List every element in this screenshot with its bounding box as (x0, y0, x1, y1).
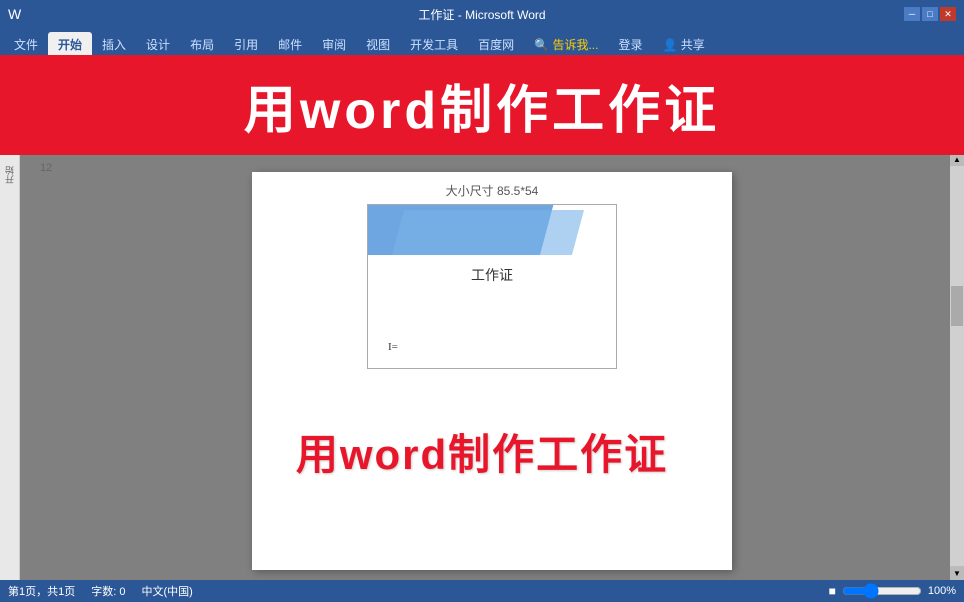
clipboard-label: 剪贴板 (31, 113, 61, 131)
svg-text:12: 12 (205, 141, 214, 150)
scroll-thumb[interactable] (951, 286, 963, 326)
card-header (368, 205, 616, 260)
word-window: W 工作证 - Microsoft Word ─ □ ✕ 文件 开始 插入 设计… (0, 0, 964, 602)
tab-insert[interactable]: 插入 (92, 32, 136, 56)
svg-text:20: 20 (325, 141, 334, 150)
close-button[interactable]: ✕ (940, 7, 956, 21)
search-icon: 🔍 (534, 38, 549, 52)
tab-layout[interactable]: 布局 (180, 32, 224, 56)
ribbon-tabs: 文件 开始 插入 设计 布局 引用 邮件 审阅 视图 开发工具 百度网 🔍 告诉… (0, 28, 964, 56)
font-color-button[interactable]: A (97, 82, 114, 98)
card-title-text: 工作证 (368, 265, 616, 285)
svg-text:36: 36 (570, 141, 579, 150)
font-label: 字体 (483, 113, 503, 131)
tab-share[interactable]: 👤 共享 (653, 32, 715, 56)
svg-text:38: 38 (600, 141, 609, 150)
tab-file[interactable]: 文件 (4, 32, 48, 56)
bold-button[interactable]: B (245, 61, 263, 77)
save-label: 保存 (919, 113, 939, 131)
scroll-track[interactable] (950, 166, 964, 566)
status-page: 第1页，共1页 (8, 583, 75, 599)
tab-review[interactable]: 审阅 (312, 32, 356, 56)
zoom-slider[interactable] (842, 583, 922, 599)
svg-text:24: 24 (385, 141, 394, 150)
card-text-field[interactable]: I= (388, 341, 398, 353)
svg-text:48: 48 (750, 141, 759, 150)
minimize-button[interactable]: ─ (904, 7, 920, 21)
svg-text:26: 26 (415, 141, 424, 150)
svg-text:28: 28 (445, 141, 454, 150)
svg-text:42: 42 (660, 141, 669, 150)
document-area[interactable]: 12 大小尺寸 85.5*54 工作证 I= ▲ (20, 152, 964, 580)
cut-button[interactable]: ✂ (12, 95, 30, 112)
svg-text:16: 16 (265, 141, 274, 150)
svg-text:2: 2 (75, 141, 80, 150)
svg-text:46: 46 (720, 141, 729, 150)
svg-text:32: 32 (505, 141, 514, 150)
italic-button[interactable]: I (267, 61, 280, 77)
format-painter-button[interactable]: 🖌 (57, 95, 80, 112)
tab-mailings[interactable]: 邮件 (268, 32, 312, 56)
highlight-button[interactable]: 🖊 (118, 81, 142, 98)
tab-developer[interactable]: 开发工具 (400, 32, 468, 56)
title-bar-text: 工作证 - Microsoft Word (418, 6, 545, 23)
svg-text:4: 4 (100, 141, 105, 150)
font-family-select[interactable]: 等线 (97, 60, 197, 78)
word-icon: W (8, 6, 21, 22)
title-bar: W 工作证 - Microsoft Word ─ □ ✕ (0, 0, 964, 28)
share-icon: 👤 (663, 38, 678, 52)
tab-view[interactable]: 视图 (356, 32, 400, 56)
horizontal-ruler: 2 4 6 8 10 12 14 16 18 20 22 24 26 28 30… (0, 136, 964, 152)
card-blue-shape-2 (392, 210, 584, 255)
underline-button[interactable]: U (284, 61, 302, 77)
tab-home[interactable]: 开始 (48, 32, 92, 56)
svg-text:10: 10 (175, 141, 184, 150)
tab-tell-me[interactable]: 🔍 告诉我... (524, 32, 608, 56)
ruler-svg: 2 4 6 8 10 12 14 16 18 20 22 24 26 28 30… (20, 136, 964, 152)
ribbon-group-clipboard: 📋 ✂ 📄 🖌 剪贴板 (4, 56, 89, 135)
tab-baiduwang[interactable]: 百度网 (468, 32, 524, 56)
vertical-scrollbar[interactable]: ▲ ▼ (950, 152, 964, 580)
status-language: 中文(中国) (141, 583, 192, 599)
zoom-level: 100% (928, 585, 956, 597)
svg-text:14: 14 (235, 141, 244, 150)
svg-text:34: 34 (535, 141, 544, 150)
svg-text:44: 44 (690, 141, 699, 150)
scroll-down-button[interactable]: ▼ (950, 566, 964, 580)
ribbon-group-font: 等线 12 B I U A 🖊 字体 (89, 56, 899, 135)
main-area: 开始 12 大小尺寸 85.5*54 工作证 I= (0, 152, 964, 580)
ribbon: 📋 ✂ 📄 🖌 剪贴板 等线 12 (0, 56, 964, 136)
tab-references[interactable]: 引用 (224, 32, 268, 56)
paste-button[interactable]: 📋 (26, 62, 66, 93)
status-bar: 第1页，共1页 字数: 0 中文(中国) ■ 100% (0, 580, 964, 602)
maximize-button[interactable]: □ (922, 7, 938, 21)
font-size-select[interactable]: 12 (201, 60, 241, 78)
vertical-ruler-label: 开始 (3, 166, 16, 184)
clipboard-icons: 📋 ✂ 📄 🖌 (12, 60, 80, 113)
status-right: ■ 100% (829, 583, 956, 599)
vertical-ruler: 开始 (0, 152, 20, 580)
copy-button[interactable]: 📄 (32, 95, 54, 112)
svg-text:18: 18 (295, 141, 304, 150)
svg-text:8: 8 (150, 141, 155, 150)
document-page[interactable]: 大小尺寸 85.5*54 工作证 I= (252, 172, 732, 570)
scroll-up-button[interactable]: ▲ (950, 152, 964, 166)
svg-text:30: 30 (475, 141, 484, 150)
page-indicator-left: 12 (40, 162, 52, 174)
view-mode-button[interactable]: ■ (829, 584, 836, 598)
status-wordcount: 字数: 0 (91, 583, 125, 599)
tab-design[interactable]: 设计 (136, 32, 180, 56)
title-bar-controls: ─ □ ✕ (904, 7, 956, 21)
work-card-preview: 工作证 I= (367, 204, 617, 369)
save-button[interactable]: 💾 (907, 60, 951, 91)
tab-login[interactable]: 登录 (608, 32, 652, 56)
card-size-label: 大小尺寸 85.5*54 (252, 172, 732, 204)
collapse-ribbon-button[interactable]: ▲ (950, 58, 962, 72)
svg-text:6: 6 (125, 141, 130, 150)
svg-text:22: 22 (355, 141, 364, 150)
